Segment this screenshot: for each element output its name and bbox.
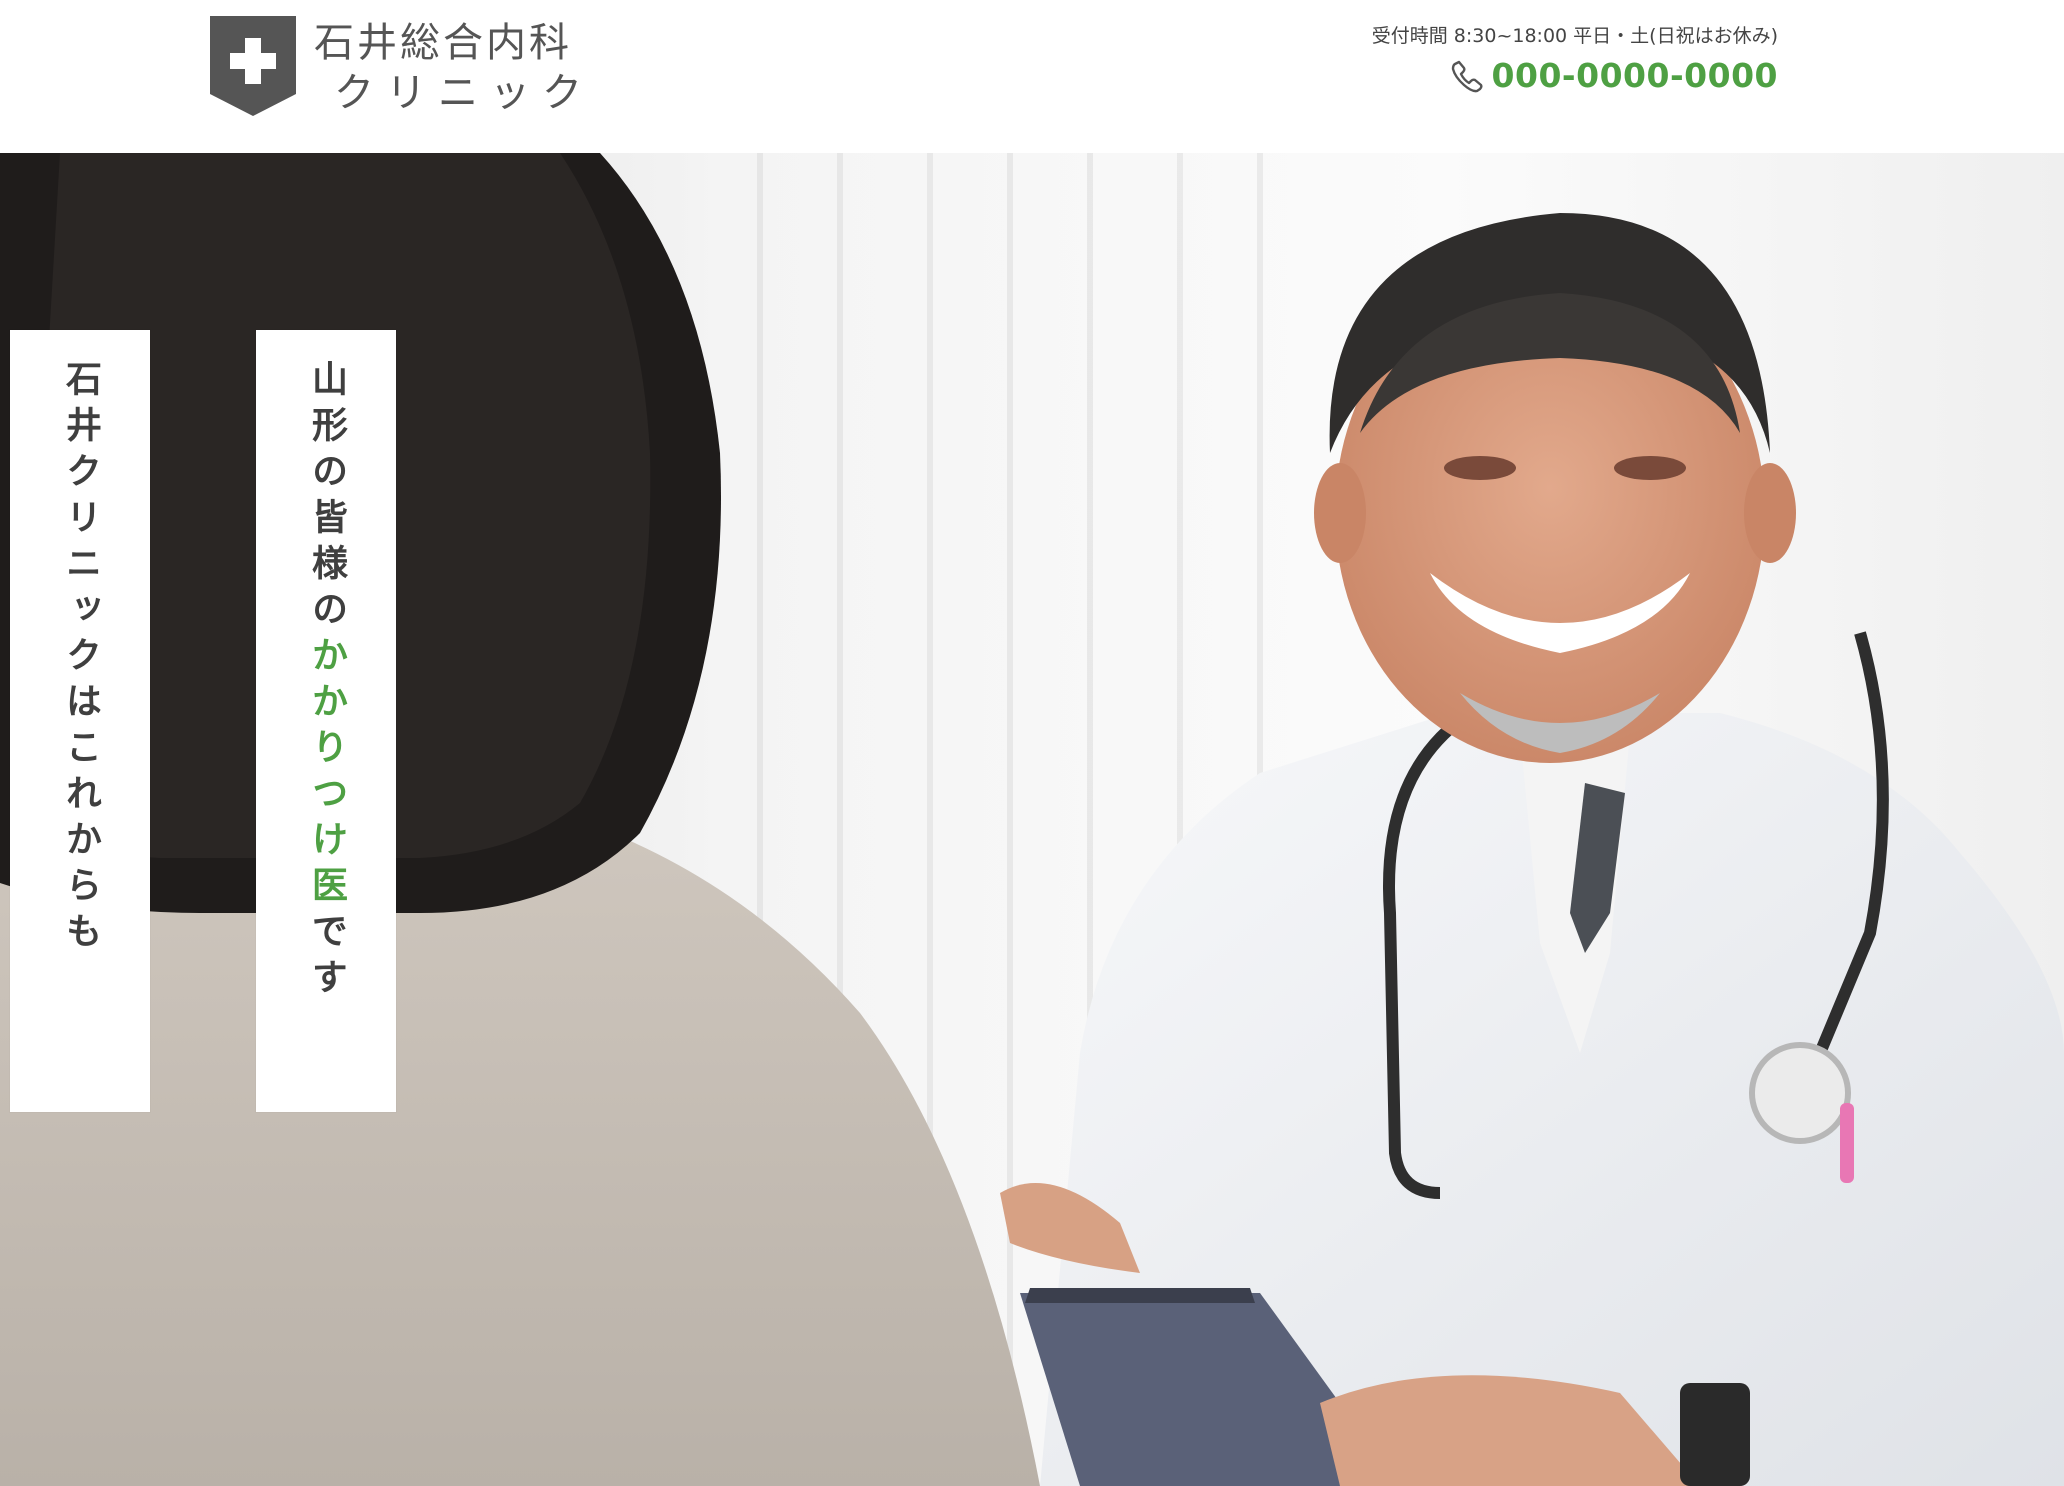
header-contact: 受付時間 8:30~18:00 平日・土(日祝はお休み) 000-0000-00… bbox=[1372, 22, 1778, 95]
tagline-post: です bbox=[306, 912, 347, 1004]
phone-link[interactable]: 000-0000-0000 bbox=[1372, 56, 1778, 95]
tagline-family-doctor: 山形の皆様のかかりつけ医です bbox=[306, 360, 347, 1004]
logo-title: 石井総合内科 bbox=[314, 20, 572, 66]
tagline-box-right: 山形の皆様のかかりつけ医です bbox=[256, 330, 396, 1112]
site-header: 石井総合内科 クリニック 受付時間 8:30~18:00 平日・土(日祝はお休み… bbox=[0, 0, 2064, 153]
logo-subtitle: クリニック bbox=[334, 70, 594, 116]
tagline-clinic: 石井クリニックはこれからも bbox=[60, 360, 101, 958]
phone-icon bbox=[1451, 60, 1483, 92]
clinic-logo[interactable]: 石井総合内科 クリニック bbox=[210, 16, 594, 120]
logo-text: 石井総合内科 クリニック bbox=[314, 18, 594, 118]
hero-section: 石井クリニックはこれからも 山形の皆様のかかりつけ医です bbox=[0, 153, 2064, 1486]
tagline-box-left: 石井クリニックはこれからも bbox=[10, 330, 150, 1112]
tagline-accent: かかりつけ医 bbox=[306, 636, 347, 912]
reception-hours: 受付時間 8:30~18:00 平日・土(日祝はお休み) bbox=[1371, 25, 1778, 47]
phone-number: 000-0000-0000 bbox=[1491, 56, 1778, 95]
cross-shield-icon bbox=[210, 16, 296, 116]
tagline-pre: 山形の皆様の bbox=[306, 360, 347, 636]
